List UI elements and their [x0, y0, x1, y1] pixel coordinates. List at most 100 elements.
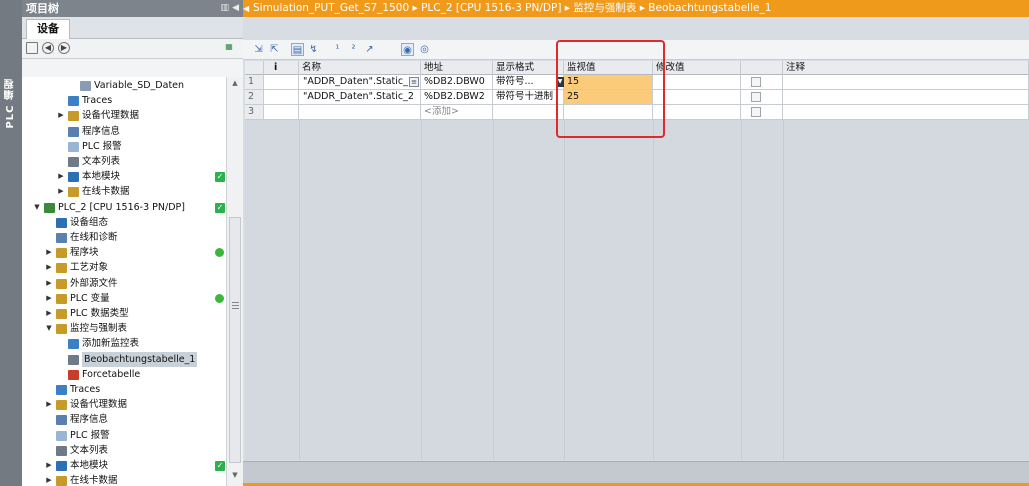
tree-item[interactable]: ▶ 设备代理数据 — [22, 397, 226, 412]
expand-arrow-icon[interactable]: ▶ — [45, 276, 53, 291]
tree-item[interactable]: 文本列表 — [22, 154, 226, 169]
tree-item[interactable]: 文本列表 — [22, 443, 226, 458]
expand-arrow-icon[interactable]: ▶ — [45, 245, 53, 260]
expand-arrow-icon[interactable]: ▶ — [45, 291, 53, 306]
info-cell[interactable] — [264, 90, 299, 104]
modify-value-cell[interactable] — [653, 105, 741, 119]
modify-flag-cell[interactable] — [741, 75, 783, 89]
tree-item[interactable]: ▶ 工艺对象 — [22, 260, 226, 275]
tree-item[interactable]: PLC 报警 — [22, 428, 226, 443]
tree-item[interactable]: 设备组态 — [22, 215, 226, 230]
address-cell[interactable]: <添加> — [421, 105, 493, 119]
collapse-arrow-icon[interactable]: ▼ — [33, 200, 41, 215]
tree-item-label: Beobachtungstabelle_1 — [82, 351, 198, 367]
expand-arrow-icon[interactable]: ▶ — [45, 397, 53, 412]
expand-arrow-icon[interactable]: ▶ — [45, 306, 53, 321]
comment-cell[interactable] — [783, 90, 1029, 104]
modify-checkbox[interactable] — [751, 77, 761, 87]
row-number-column-header[interactable] — [245, 61, 264, 75]
panel-collapse-buttons[interactable]: ▥ ◀ — [220, 0, 239, 17]
display-format-cell[interactable] — [493, 105, 564, 119]
tree-item[interactable]: 在线和诊断 — [22, 230, 226, 245]
tree-item[interactable]: ▶ PLC 变量 — [22, 291, 226, 306]
tree-item[interactable]: 添加新监控表 — [22, 336, 226, 351]
tree-item[interactable]: Traces — [22, 382, 226, 397]
address-cell[interactable]: %DB2.DBW2 — [421, 90, 493, 104]
expand-arrow-icon[interactable]: ▶ — [45, 473, 53, 486]
tree-item[interactable]: ▶ 外部源文件 — [22, 276, 226, 291]
project-tree-scrollbar[interactable]: ▲ ▼ — [226, 77, 243, 486]
name-cell[interactable]: "ADDR_Daten".Static_2 — [299, 90, 421, 104]
show-all-columns-icon[interactable]: ▤ — [291, 43, 304, 56]
tree-item[interactable]: ▶ PLC 数据类型 — [22, 306, 226, 321]
tree-item[interactable]: ▶ 程序块 — [22, 245, 226, 260]
forward-icon[interactable]: ▶ — [58, 42, 70, 54]
display-format-cell[interactable]: 带符号... — [493, 75, 564, 89]
scroll-down-icon[interactable]: ▼ — [229, 471, 241, 481]
info-column-header[interactable]: i — [264, 61, 299, 75]
modify-flag-cell[interactable] — [741, 105, 783, 119]
collapse-arrow-icon[interactable]: ▼ — [45, 321, 53, 336]
expand-arrow-icon[interactable]: ▶ — [45, 458, 53, 473]
insert-row-icon[interactable]: ⇲ — [252, 43, 265, 56]
display-format-column-header[interactable]: 显示格式 — [493, 61, 564, 75]
comment-column-header[interactable]: 注释 — [783, 61, 1029, 75]
scrollbar-thumb[interactable] — [229, 217, 241, 463]
name-cell[interactable] — [299, 105, 421, 119]
modify-value-cell[interactable] — [653, 75, 741, 89]
info-cell[interactable] — [264, 75, 299, 89]
modify-value-icon[interactable]: ¹ — [331, 43, 344, 56]
tree-item-label: 程序信息 — [70, 414, 109, 426]
enable-peripheral-outputs-icon[interactable]: ↗ — [363, 43, 376, 56]
comment-cell[interactable] — [783, 105, 1029, 119]
breadcrumb-back-icon[interactable]: ◀ — [243, 0, 253, 17]
add-device-icon[interactable]: ▦ — [223, 42, 235, 54]
list-icon — [56, 445, 67, 456]
tree-item[interactable]: Variable_SD_Daten — [22, 78, 226, 93]
name-cell[interactable]: "ADDR_Daten".Static_1 — [299, 75, 421, 89]
monitor-all-icon[interactable]: ◉ — [401, 43, 414, 56]
tree-item[interactable]: ▶ 设备代理数据 — [22, 108, 226, 123]
modify-value-cell[interactable] — [653, 90, 741, 104]
tree-item[interactable]: ▶ 本地模块 ✓ — [22, 169, 226, 184]
tree-item[interactable]: 程序信息 — [22, 412, 226, 427]
name-column-header[interactable]: 名称 — [299, 61, 421, 75]
modify-now-icon[interactable]: ↯ — [307, 43, 320, 56]
tree-item[interactable]: ▶ 在线卡数据 — [22, 184, 226, 199]
modify-flag-cell[interactable] — [741, 90, 783, 104]
tree-item[interactable]: ▶ 在线卡数据 — [22, 473, 226, 486]
comment-cell[interactable] — [783, 75, 1029, 89]
add-row-icon[interactable]: ⇱ — [268, 43, 281, 56]
address-cell[interactable]: %DB2.DBW0 — [421, 75, 493, 89]
expand-arrow-icon[interactable]: ▶ — [57, 184, 65, 199]
status-ok-check-icon: ✓ — [215, 461, 225, 471]
new-item-icon[interactable] — [26, 42, 38, 54]
expand-arrow-icon[interactable]: ▶ — [57, 108, 65, 123]
modify-checkbox[interactable] — [751, 107, 761, 117]
monitor-once-icon[interactable]: ◎ — [418, 43, 431, 56]
display-format-cell[interactable]: 带符号十进制 — [493, 90, 564, 104]
plc-programming-vertical-tab[interactable]: PLC 编程 — [0, 0, 22, 486]
address-column-header[interactable]: 地址 — [421, 61, 493, 75]
expand-arrow-icon[interactable]: ▶ — [45, 260, 53, 275]
scroll-up-icon[interactable]: ▲ — [229, 79, 241, 89]
tab-devices[interactable]: 设备 — [26, 19, 70, 39]
expand-arrow-icon[interactable]: ▶ — [57, 169, 65, 184]
modify-checkbox[interactable] — [751, 92, 761, 102]
tree-item[interactable]: PLC 报警 — [22, 139, 226, 154]
breadcrumb-path[interactable]: Simulation_PUT_Get_S7_1500 ▸ PLC_2 [CPU … — [253, 0, 771, 17]
back-icon[interactable]: ◀ — [42, 42, 54, 54]
modify-trigger-icon[interactable]: ² — [347, 43, 360, 56]
symbol-browse-button[interactable]: ≡ — [409, 77, 419, 87]
tree-item[interactable]: Traces — [22, 93, 226, 108]
tree-item[interactable]: Beobachtungstabelle_1 — [22, 351, 226, 367]
tree-item[interactable]: ▼ PLC_2 [CPU 1516-3 PN/DP] ✓ — [22, 200, 226, 215]
info-cell[interactable] — [264, 105, 299, 119]
tree-item[interactable]: ▶ 本地模块 ✓ — [22, 458, 226, 473]
inspector-collapsed-bar[interactable] — [243, 461, 1029, 486]
tree-item[interactable]: 程序信息 — [22, 124, 226, 139]
tree-item[interactable]: Forcetabelle — [22, 367, 226, 382]
modify-flag-column-header[interactable] — [741, 61, 783, 75]
tree-item[interactable]: ▼ 监控与强制表 — [22, 321, 226, 336]
modify-value-column-header[interactable]: 修改值 — [653, 61, 741, 75]
